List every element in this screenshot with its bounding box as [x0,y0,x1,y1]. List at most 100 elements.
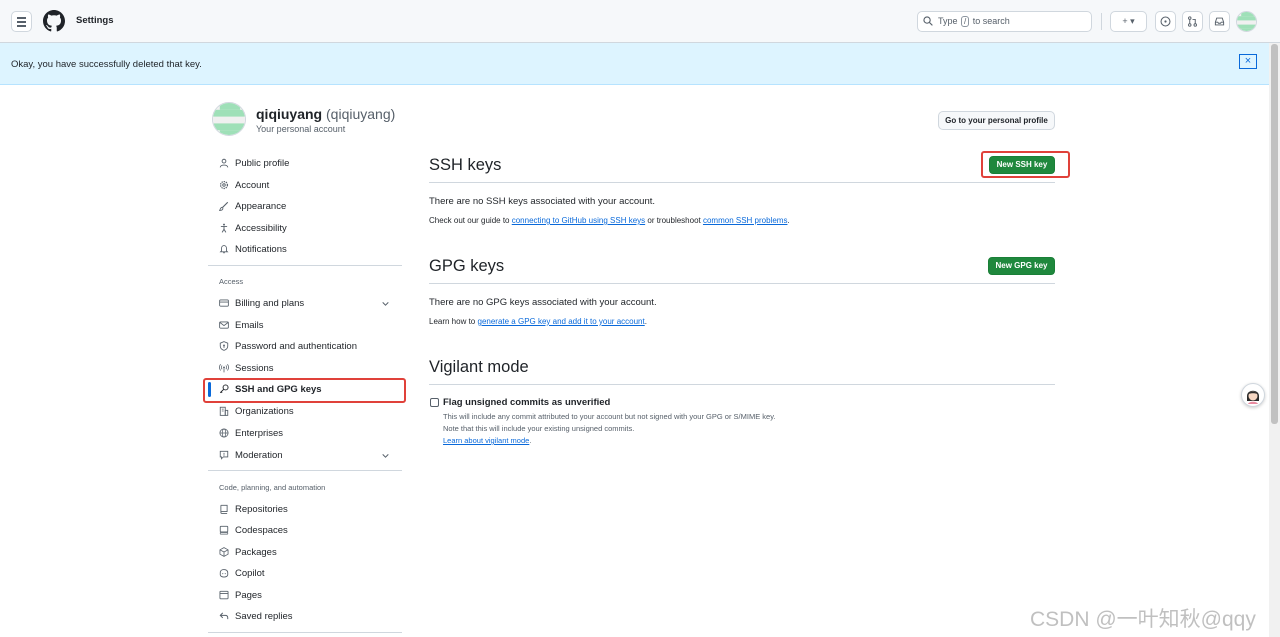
new-gpg-key-button[interactable]: New GPG key [988,257,1055,275]
search-input[interactable]: Type / to search [917,11,1092,32]
annotation-highlight-box [203,378,406,403]
sidebar-item-label: Moderation [235,450,283,461]
sidebar-item-label: Copilot [235,568,265,579]
broadcast-icon [219,363,229,373]
sidebar-item-label: Account [235,180,270,191]
account-name: qiqiuyang (qiqiuyang) [256,106,395,122]
ssh-troubleshoot-link[interactable]: common SSH problems [703,216,787,225]
floating-assistant-avatar[interactable] [1241,383,1265,407]
sidebar-item-enterprises[interactable]: Enterprises [208,423,402,444]
ssh-guide-text: Check out our guide to connecting to Git… [429,216,790,225]
sidebar-item-moderation[interactable]: Moderation [208,445,402,466]
user-avatar[interactable] [1236,11,1257,32]
sidebar-item-copilot[interactable]: Copilot [208,563,402,584]
ssh-keys-heading: SSH keys [429,156,502,174]
scrollbar-thumb[interactable] [1271,44,1278,424]
section-divider [429,384,1055,385]
pull-request-icon [1188,16,1197,27]
sidebar-item-password[interactable]: Password and authentication [208,336,402,357]
issues-button[interactable] [1155,11,1176,32]
flash-close-button[interactable]: × [1239,54,1257,69]
chevron-down-icon [382,454,389,458]
sidebar-item-label: Notifications [235,244,287,255]
search-icon [923,16,933,26]
account-subtitle: Your personal account [256,124,346,134]
sidebar-divider [208,265,402,266]
annotation-highlight-box [981,151,1070,178]
ssh-empty-message: There are no SSH keys associated with yo… [429,196,656,207]
sidebar-item-label: Organizations [235,406,294,417]
sidebar-item-public-profile[interactable]: Public profile [208,153,402,174]
credit-card-icon [219,299,229,307]
gpg-learn-end: . [644,317,647,326]
sidebar-item-label: Saved replies [235,611,293,622]
flag-unsigned-commits-checkbox[interactable] [430,398,439,407]
search-placeholder-prefix: Type [938,16,958,26]
sidebar-divider [208,632,402,633]
pull-requests-button[interactable] [1182,11,1203,32]
github-logo-icon[interactable] [43,10,65,32]
gpg-keys-heading: GPG keys [429,257,505,275]
section-divider [429,283,1055,284]
sidebar-item-organizations[interactable]: Organizations [208,401,402,422]
sidebar-item-label: Packages [235,547,277,558]
copilot-icon [219,569,229,578]
sidebar-item-appearance[interactable]: Appearance [208,196,402,217]
menu-button[interactable] [11,11,32,32]
vigilant-mode-heading: Vigilant mode [429,358,529,376]
vigilant-description-1: This will include any commit attributed … [443,412,776,421]
sidebar-item-label: Appearance [235,201,287,212]
vigilant-description-2: Note that this will include your existin… [443,424,635,433]
sidebar-item-label: Billing and plans [235,298,305,309]
reply-icon [219,612,229,620]
sidebar-item-accessibility[interactable]: Accessibility [208,218,402,239]
create-new-button[interactable]: + ▾ [1110,11,1147,32]
sidebar-item-label: Password and authentication [235,341,357,352]
ssh-guide-middle: or troubleshoot [647,216,701,225]
sidebar-item-label: Sessions [235,363,274,374]
sidebar-item-codespaces[interactable]: Codespaces [208,520,402,541]
paintbrush-icon [219,201,229,211]
assistant-face-icon [1247,390,1259,404]
browser-icon [219,590,229,600]
package-icon [219,547,229,557]
header-divider [1101,13,1102,30]
sidebar-item-saved-replies[interactable]: Saved replies [208,606,402,627]
gpg-learn-prefix: Learn how to [429,317,476,326]
sidebar-item-account[interactable]: Account [208,175,402,196]
vigilant-learn-end: . [529,436,532,445]
top-header: Settings Type / to search + ▾ [0,0,1280,43]
identicon-icon [213,103,245,135]
sidebar-heading-access: Access [219,277,244,286]
go-to-profile-button[interactable]: Go to your personal profile [938,111,1055,130]
organization-icon [219,406,229,416]
flag-unsigned-commits-label[interactable]: Flag unsigned commits as unverified [443,397,610,408]
codespaces-icon [219,525,229,535]
report-icon [219,450,229,460]
gpg-learn-text: Learn how to generate a GPG key and add … [429,317,647,326]
sidebar-item-label: Public profile [235,158,290,169]
ssh-guide-end: . [787,216,790,225]
inbox-button[interactable] [1209,11,1230,32]
sidebar-item-emails[interactable]: Emails [208,315,402,336]
mail-icon [219,321,229,329]
section-divider [429,182,1055,183]
ssh-guide-link[interactable]: connecting to GitHub using SSH keys [512,216,645,225]
page-title: Settings [76,15,114,26]
account-display-name: qiqiuyang [256,106,323,122]
accessibility-icon [220,223,228,233]
sidebar-item-label: Repositories [235,504,288,515]
watermark-text: CSDN @一叶知秋@qqy [1030,608,1256,631]
globe-icon [219,428,229,438]
vigilant-learn-link[interactable]: Learn about vigilant mode [443,436,529,445]
sidebar-item-repositories[interactable]: Repositories [208,499,402,520]
sidebar-item-sessions[interactable]: Sessions [208,358,402,379]
gpg-generate-link[interactable]: generate a GPG key and add it to your ac… [478,317,645,326]
account-avatar[interactable] [212,102,246,136]
search-shortcut-key: / [961,16,970,27]
sidebar-item-pages[interactable]: Pages [208,585,402,606]
issue-icon [1160,16,1171,27]
sidebar-item-packages[interactable]: Packages [208,542,402,563]
sidebar-item-notifications[interactable]: Notifications [208,239,402,260]
sidebar-item-billing[interactable]: Billing and plans [208,293,402,314]
